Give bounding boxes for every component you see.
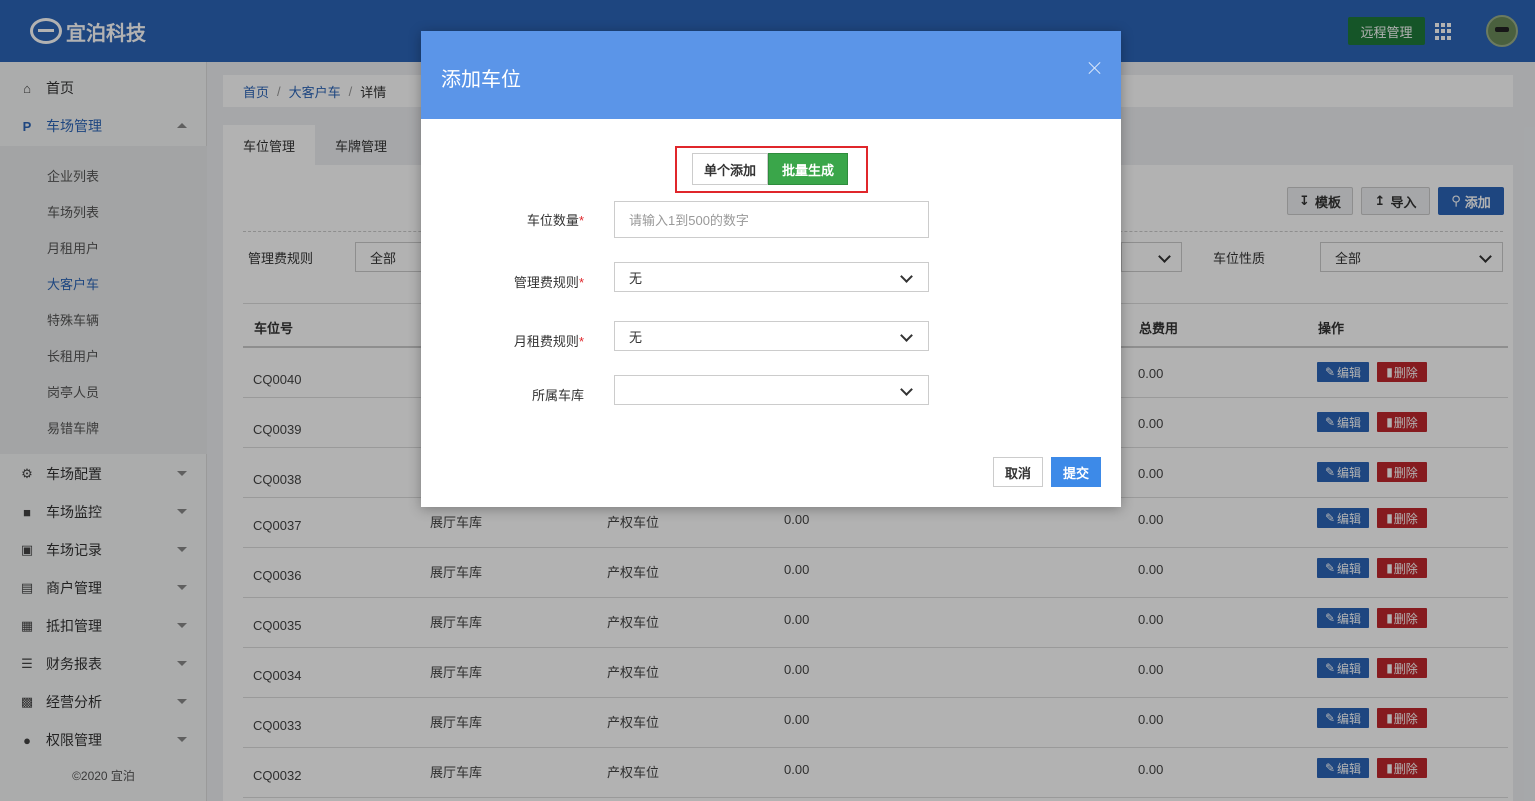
submit-button[interactable]: 提交: [1051, 457, 1101, 487]
rent-rule-value: 无: [629, 329, 643, 345]
single-add-toggle[interactable]: 单个添加: [692, 153, 768, 185]
rent-rule-label: 月租费规则*: [513, 334, 584, 349]
space-count-input[interactable]: 请输入1到500的数字: [614, 201, 929, 238]
cancel-button[interactable]: 取消: [993, 457, 1043, 487]
rent-rule-select[interactable]: 无: [614, 321, 929, 351]
batch-generate-toggle[interactable]: 批量生成: [768, 153, 848, 185]
space-count-placeholder: 请输入1到500的数字: [629, 213, 749, 228]
garage-label: 所属车库: [531, 388, 584, 403]
dialog-header: 添加车位: [421, 31, 1121, 119]
add-mode-toggle: 单个添加 批量生成: [675, 146, 868, 193]
space-count-label: 车位数量*: [526, 213, 584, 228]
chevron-down-icon: [900, 329, 913, 342]
fee-rule-value: 无: [629, 270, 643, 286]
close-icon[interactable]: [1087, 60, 1103, 76]
dialog-title: 添加车位: [441, 69, 521, 91]
fee-rule-label: 管理费规则*: [513, 275, 584, 290]
add-space-dialog: 添加车位 单个添加 批量生成 车位数量* 请输入1到500的数字 管理费规则* …: [421, 31, 1121, 507]
chevron-down-icon: [900, 383, 913, 396]
fee-rule-select[interactable]: 无: [614, 262, 929, 292]
garage-select[interactable]: [614, 375, 929, 405]
chevron-down-icon: [900, 270, 913, 283]
